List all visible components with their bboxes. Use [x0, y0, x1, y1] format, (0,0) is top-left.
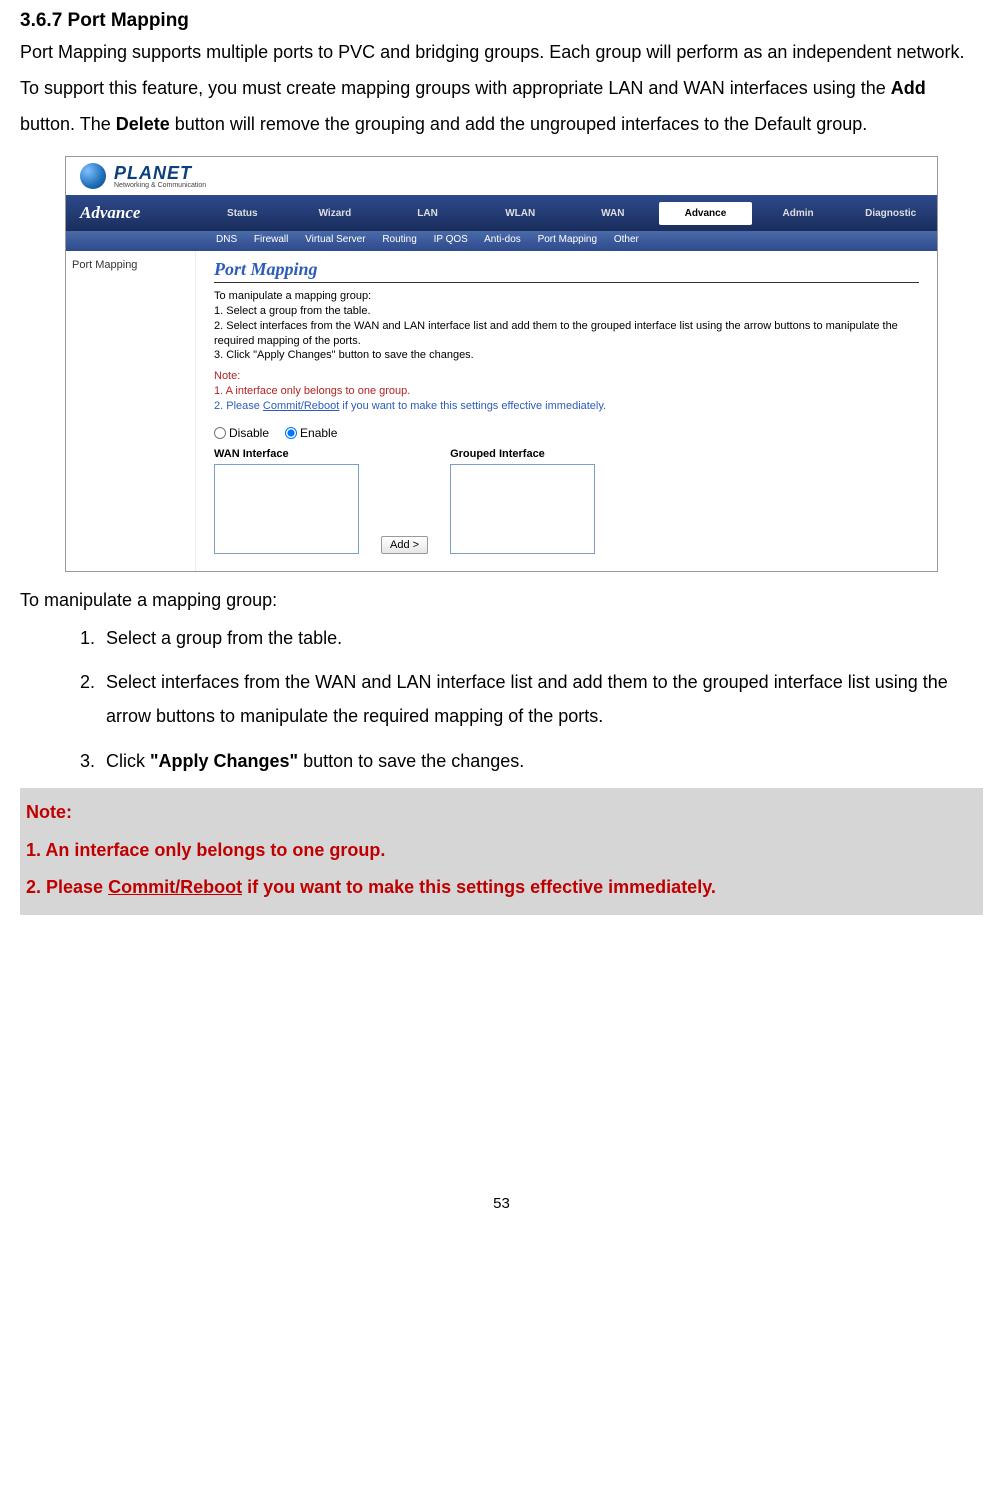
subnav-virtual-server[interactable]: Virtual Server [305, 234, 365, 245]
sidebar: Port Mapping [66, 251, 196, 571]
ins-note-head: Note: [214, 369, 919, 384]
subnav-routing[interactable]: Routing [382, 234, 416, 245]
note-line-2a: 2. Please [26, 877, 108, 897]
logo-bar: PLANET Networking & Communication [66, 157, 937, 195]
step-2: Select interfaces from the WAN and LAN i… [100, 665, 983, 733]
config-panel: Port Mapping To manipulate a mapping gro… [196, 251, 937, 571]
subnav-anti-dos[interactable]: Anti-dos [484, 234, 521, 245]
logo-sub: Networking & Communication [114, 182, 206, 189]
grouped-interface-label: Grouped Interface [450, 448, 595, 460]
logo-globe-icon [80, 163, 106, 189]
logo-main: PLANET [114, 164, 206, 182]
sidebar-item-port-mapping[interactable]: Port Mapping [72, 259, 195, 271]
intro-paragraph: Port Mapping supports multiple ports to … [20, 34, 983, 142]
tab-lan[interactable]: LAN [381, 202, 474, 225]
tab-wan[interactable]: WAN [567, 202, 660, 225]
subnav: DNS Firewall Virtual Server Routing IP Q… [66, 231, 937, 251]
manipulate-heading: To manipulate a mapping group: [20, 590, 983, 611]
panel-instructions: To manipulate a mapping group: 1. Select… [214, 289, 919, 414]
steps-list: Select a group from the table. Select in… [20, 621, 983, 778]
radio-disable-text: Disable [229, 426, 269, 440]
wan-interface-listbox[interactable] [214, 464, 359, 554]
step-3-suffix: button to save the changes. [298, 751, 524, 771]
note-line-2: 2. Please Commit/Reboot if you want to m… [26, 869, 977, 907]
note-commit-reboot: Commit/Reboot [108, 877, 242, 897]
add-button[interactable]: Add > [381, 536, 428, 554]
panel-title: Port Mapping [214, 259, 919, 283]
content-area: Port Mapping Port Mapping To manipulate … [66, 251, 937, 571]
step-1: Select a group from the table. [100, 621, 983, 655]
subnav-ip-qos[interactable]: IP QOS [434, 234, 468, 245]
tab-admin[interactable]: Admin [752, 202, 845, 225]
tab-status[interactable]: Status [196, 202, 289, 225]
main-nav: Advance Status Wizard LAN WLAN WAN Advan… [66, 195, 937, 231]
radio-enable-label[interactable]: Enable [285, 426, 337, 440]
ins-l3: 3. Click "Apply Changes" button to save … [214, 348, 919, 363]
ins-note1: 1. A interface only belongs to one group… [214, 384, 919, 399]
add-label: Add [891, 78, 926, 98]
subnav-dns[interactable]: DNS [216, 234, 237, 245]
intro-text-1: Port Mapping supports multiple ports to … [20, 42, 965, 98]
note-line-2b: if you want to make this settings effect… [242, 877, 716, 897]
section-heading: 3.6.7 Port Mapping [20, 10, 983, 32]
intro-text-2: button. The [20, 114, 116, 134]
tab-wlan[interactable]: WLAN [474, 202, 567, 225]
tab-diagnostic[interactable]: Diagnostic [844, 202, 937, 225]
nav-brand: Advance [66, 203, 196, 223]
step-3-prefix: Click [106, 751, 150, 771]
radio-disable[interactable] [214, 427, 226, 439]
disable-enable-row: Disable Enable [214, 426, 919, 440]
ins-note2a: 2. Please [214, 400, 263, 412]
note-box: Note: 1. An interface only belongs to on… [20, 788, 983, 915]
ins-note2b: if you want to make this settings effect… [339, 400, 606, 412]
ins-l0: To manipulate a mapping group: [214, 289, 919, 304]
subnav-firewall[interactable]: Firewall [254, 234, 288, 245]
page-number: 53 [20, 1195, 983, 1212]
tab-advance[interactable]: Advance [659, 202, 752, 225]
note-line-1: 1. An interface only belongs to one grou… [26, 832, 977, 870]
subnav-port-mapping[interactable]: Port Mapping [538, 234, 597, 245]
grouped-interface-listbox[interactable] [450, 464, 595, 554]
logo-text: PLANET Networking & Communication [114, 164, 206, 189]
ins-l1: 1. Select a group from the table. [214, 304, 919, 319]
radio-enable[interactable] [285, 427, 297, 439]
step-3: Click "Apply Changes" button to save the… [100, 744, 983, 778]
note-title: Note: [26, 794, 977, 832]
step-3-bold: "Apply Changes" [150, 751, 298, 771]
ins-note2: 2. Please Commit/Reboot if you want to m… [214, 399, 919, 414]
commit-reboot-link[interactable]: Commit/Reboot [263, 400, 339, 412]
grouped-interface-col: Grouped Interface [450, 448, 595, 554]
router-ui-screenshot: PLANET Networking & Communication Advanc… [65, 156, 938, 572]
intro-text-3: button will remove the grouping and add … [170, 114, 867, 134]
wan-interface-label: WAN Interface [214, 448, 359, 460]
interface-row: WAN Interface Add > Grouped Interface [214, 448, 919, 556]
add-button-col: Add > [381, 448, 428, 556]
nav-tabs: Status Wizard LAN WLAN WAN Advance Admin… [196, 202, 937, 225]
tab-wizard[interactable]: Wizard [289, 202, 382, 225]
wan-interface-col: WAN Interface [214, 448, 359, 554]
radio-disable-label[interactable]: Disable [214, 426, 269, 440]
subnav-other[interactable]: Other [614, 234, 639, 245]
radio-enable-text: Enable [300, 426, 337, 440]
ins-l2: 2. Select interfaces from the WAN and LA… [214, 319, 919, 349]
delete-label: Delete [116, 114, 170, 134]
